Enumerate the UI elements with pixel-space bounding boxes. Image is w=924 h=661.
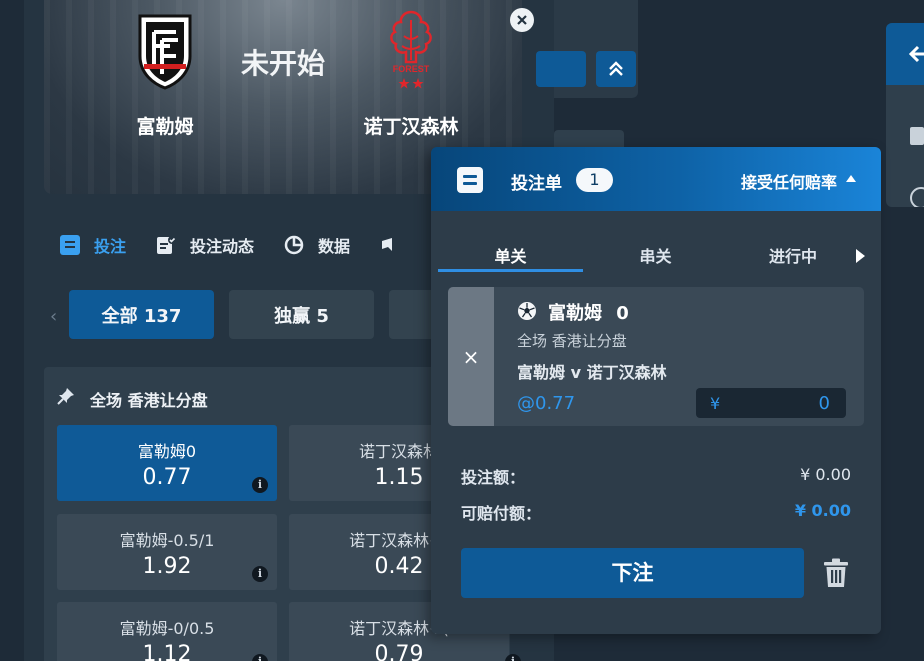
filter-moneyline[interactable]: 独赢 5: [229, 290, 374, 339]
odds-value: 0.79: [374, 642, 424, 661]
payout-value: ¥ 0.00: [794, 501, 851, 520]
payout-label: 可赔付额：: [461, 504, 542, 523]
tab-single[interactable]: 单关: [438, 243, 583, 267]
accept-odds-dropdown[interactable]: 接受任何赔率: [741, 169, 837, 193]
place-bet-button[interactable]: 下注: [461, 548, 804, 598]
match-status: 未开始: [240, 47, 325, 80]
soccer-ball-icon: [518, 302, 536, 320]
filter-all[interactable]: 全部 137: [69, 290, 214, 339]
bet-item: × 富勒姆 0 全场 香港让分盘 富勒姆 v 诺丁汉森林 @0.77 ¥ 0: [448, 287, 864, 426]
arrow-left-icon: [908, 45, 924, 63]
odds-label: 富勒姆0: [137, 442, 197, 461]
info-icon[interactable]: i: [252, 566, 268, 582]
forest-crest-text: FOREST: [393, 64, 430, 74]
stake-value[interactable]: 0: [819, 393, 830, 414]
bet-slip-title: 投注单: [511, 174, 562, 194]
stake-total-value: ¥ 0.00: [800, 465, 851, 484]
pin-icon[interactable]: [56, 386, 76, 406]
bet-selection-team: 富勒姆: [548, 303, 602, 324]
remove-bet-button[interactable]: ×: [448, 287, 494, 426]
chevron-left-icon[interactable]: ‹: [50, 306, 57, 327]
bet-market: 全场 香港让分盘: [517, 332, 627, 350]
stake-total-label: 投注额：: [461, 468, 526, 487]
tab-more[interactable]: [380, 235, 414, 255]
bet-odds: @0.77: [517, 393, 576, 414]
collapse-button[interactable]: [596, 51, 636, 87]
stake-input[interactable]: ¥ 0: [696, 388, 846, 418]
home-team-name: 富勒姆: [136, 116, 194, 138]
more-tab-icon: [380, 235, 400, 255]
side-toolbar-button[interactable]: [886, 23, 924, 85]
market-tabs: 投注 投注动态 数据: [60, 228, 444, 262]
pie-chart-icon: [284, 235, 304, 255]
tab-bet-label: 投注: [94, 237, 127, 256]
odds-label: 富勒姆-0.5/1: [119, 531, 215, 550]
odds-value: 1.92: [142, 554, 192, 579]
bet-slip-icon: [457, 167, 483, 193]
odds-value: 0.77: [142, 465, 192, 490]
currency-symbol: ¥: [710, 394, 721, 413]
trash-icon[interactable]: [823, 558, 849, 588]
tab-bet-activity-label: 投注动态: [190, 237, 255, 256]
caret-up-icon[interactable]: [846, 175, 856, 182]
double-chevron-up-icon: [609, 61, 623, 76]
side-toolbar: [886, 23, 924, 207]
close-icon[interactable]: [510, 8, 534, 32]
info-icon[interactable]: i: [252, 477, 268, 493]
bet-count-badge: 1: [576, 168, 613, 192]
tab-bet-activity[interactable]: 投注动态: [156, 233, 254, 257]
market-title: 全场 香港让分盘: [90, 391, 208, 410]
side-square-icon[interactable]: [910, 127, 924, 145]
bet-slip-icon: [60, 235, 80, 255]
bet-slip: 投注单 1 接受任何赔率 单关 串关 进行中 × 富勒姆 0 全场 香港让分盘 …: [431, 147, 881, 634]
tab-bet[interactable]: 投注: [60, 233, 126, 257]
odds-cell-home-2[interactable]: 富勒姆-0/0.5 1.12 i: [57, 602, 277, 661]
bet-slip-header[interactable]: 投注单 1 接受任何赔率: [431, 147, 881, 211]
away-team-name: 诺丁汉森林: [363, 116, 459, 138]
odds-cell-home-0[interactable]: 富勒姆0 0.77 i: [57, 425, 277, 501]
chevron-right-icon[interactable]: [856, 249, 865, 263]
bet-activity-icon: [156, 235, 177, 255]
tab-parlay[interactable]: 串关: [583, 243, 728, 267]
info-icon[interactable]: i: [505, 654, 521, 661]
forest-crest-icon: FOREST: [390, 10, 432, 89]
bet-event: 富勒姆 v 诺丁汉森林: [517, 363, 667, 382]
background-button[interactable]: [536, 51, 586, 87]
odds-value: 1.12: [142, 642, 192, 661]
side-circle-icon[interactable]: [910, 187, 924, 207]
bet-selection-line: 0: [616, 303, 629, 324]
odds-label: 富勒姆-0/0.5: [119, 619, 215, 638]
tab-stats-label: 数据: [318, 237, 351, 256]
bet-selection: 富勒姆 0: [548, 299, 629, 325]
tab-stats[interactable]: 数据: [284, 233, 350, 257]
active-tab-indicator: [438, 269, 583, 272]
odds-cell-home-1[interactable]: 富勒姆-0.5/1 1.92 i: [57, 514, 277, 590]
